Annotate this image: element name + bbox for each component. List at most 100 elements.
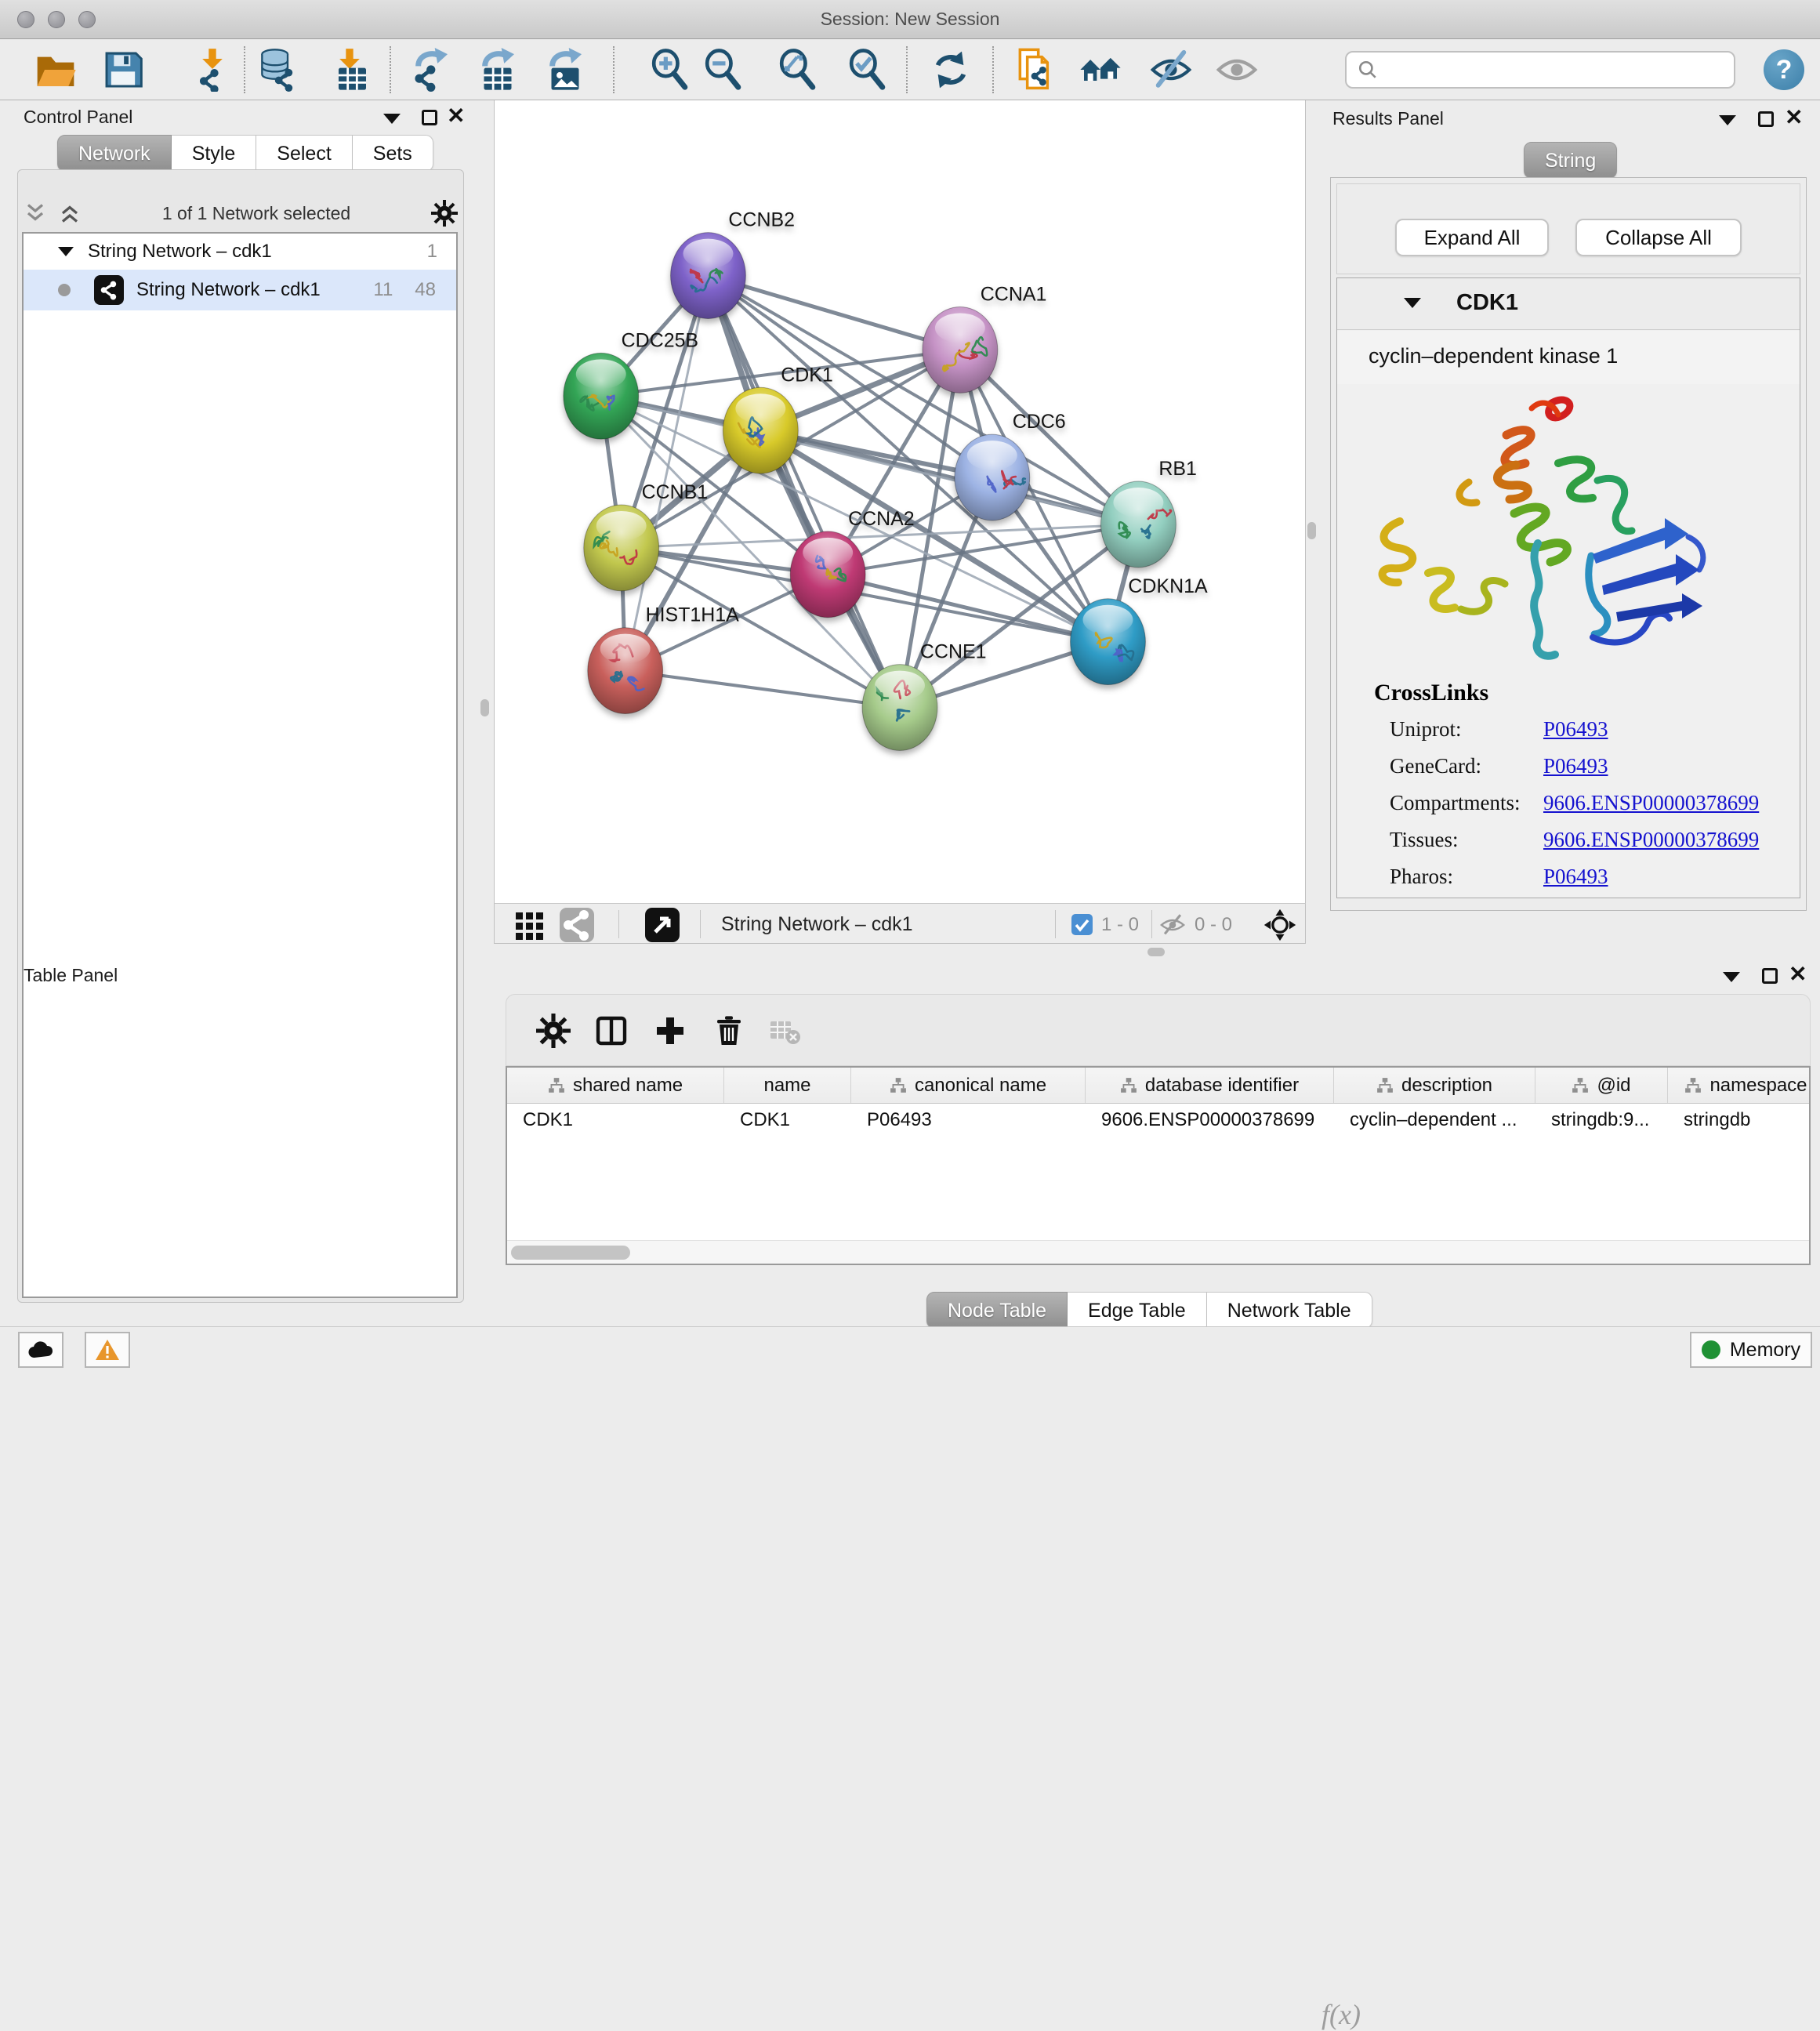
network-node-CCNB1[interactable]: CCNB1 — [584, 481, 708, 591]
control-panel-menu-icon[interactable] — [383, 114, 401, 124]
tab-select[interactable]: Select — [256, 135, 352, 172]
crosslink-label: GeneCard: — [1390, 754, 1481, 778]
show-columns-icon[interactable] — [594, 1014, 629, 1048]
right-splitter-handle[interactable] — [1307, 522, 1316, 539]
results-panel-title: Results Panel — [1332, 108, 1444, 129]
collection-expand-icon[interactable] — [58, 247, 74, 256]
expand-all-icon[interactable] — [58, 201, 82, 225]
network-node-CCNA1[interactable]: CCNA1 — [923, 283, 1046, 393]
import-table-file-icon[interactable] — [328, 48, 372, 92]
grid-view-icon[interactable] — [513, 908, 547, 942]
table-row[interactable]: CDK1CDK1P064939606.ENSP00000378699cyclin… — [507, 1104, 1809, 1137]
results-panel-float-icon[interactable] — [1758, 111, 1774, 127]
crosslink-link[interactable]: P06493 — [1543, 865, 1608, 889]
search-input[interactable] — [1386, 59, 1734, 81]
control-panel-close-icon[interactable]: ✕ — [447, 108, 465, 124]
node-table-header: shared namenamecanonical namedatabase id… — [507, 1068, 1809, 1104]
column-header-shared-name[interactable]: shared name — [507, 1068, 724, 1103]
crosslink-row: Pharos: P06493 — [1390, 865, 1782, 901]
column-header-name[interactable]: name — [724, 1068, 851, 1103]
control-panel-float-icon[interactable] — [422, 110, 437, 125]
zoom-in-icon[interactable] — [647, 48, 691, 92]
collapse-all-icon[interactable] — [24, 201, 47, 225]
crosslink-link[interactable]: 9606.ENSP00000378699 — [1543, 791, 1759, 815]
export-image-icon[interactable] — [543, 48, 587, 92]
protein-collapse-icon[interactable] — [1404, 298, 1421, 308]
table-panel-menu-icon[interactable] — [1723, 972, 1740, 982]
table-panel-float-icon[interactable] — [1762, 968, 1778, 984]
table-settings-gear-icon[interactable] — [536, 1014, 571, 1048]
tab-sets[interactable]: Sets — [353, 135, 433, 172]
open-session-icon[interactable] — [34, 48, 78, 92]
collapse-all-button[interactable]: Collapse All — [1575, 219, 1742, 256]
node-label-CDC6: CDC6 — [1013, 411, 1066, 433]
crosslink-link[interactable]: P06493 — [1543, 717, 1608, 742]
tab-network-table[interactable]: Network Table — [1207, 1292, 1372, 1329]
expand-all-button[interactable]: Expand All — [1395, 219, 1549, 256]
tab-style[interactable]: Style — [172, 135, 257, 172]
network-node-RB1[interactable]: RB1 — [1101, 458, 1197, 568]
node-label-CCNA2: CCNA2 — [848, 508, 915, 530]
network-node-CDK1[interactable]: CDK1 — [723, 364, 832, 473]
help-button[interactable]: ? — [1764, 49, 1804, 90]
tab-node-table[interactable]: Node Table — [926, 1292, 1068, 1329]
network-canvas[interactable]: CCNB2CCNA1CDC25BCDK1CDC6RB1CCNB1CCNA2CDK… — [494, 100, 1306, 903]
bottom-splitter-handle[interactable] — [1147, 948, 1165, 956]
protein-header[interactable]: CDK1 — [1337, 278, 1800, 330]
tab-edge-table[interactable]: Edge Table — [1068, 1292, 1207, 1329]
crosslink-link[interactable]: P06493 — [1543, 754, 1608, 778]
warnings-button[interactable] — [85, 1332, 130, 1368]
hide-selected-icon[interactable] — [1149, 48, 1193, 92]
network-node-count: 11 — [373, 279, 393, 301]
import-network-database-icon[interactable] — [255, 48, 299, 92]
column-header-namespace[interactable]: namespace — [1668, 1068, 1811, 1103]
column-header-description[interactable]: description — [1334, 1068, 1535, 1103]
export-table-icon[interactable] — [476, 48, 520, 92]
scrollbar-thumb[interactable] — [511, 1246, 630, 1260]
cloud-button[interactable] — [18, 1332, 63, 1368]
results-panel-menu-icon[interactable] — [1719, 115, 1736, 125]
protein-name: CDK1 — [1456, 290, 1518, 316]
show-all-icon[interactable] — [1215, 48, 1259, 92]
network-row[interactable]: String Network – cdk1 11 48 — [24, 270, 456, 310]
selected-counter: 1 - 0 — [1101, 914, 1139, 936]
column-header-database-identifier[interactable]: database identifier — [1086, 1068, 1334, 1103]
memory-button[interactable]: Memory — [1690, 1332, 1812, 1368]
table-horizontal-scrollbar[interactable] — [507, 1240, 1809, 1264]
import-network-file-icon[interactable] — [190, 48, 234, 92]
pan-crosshair-icon[interactable] — [1263, 908, 1297, 942]
homes-icon[interactable] — [1079, 48, 1122, 92]
delete-column-icon[interactable] — [712, 1014, 746, 1048]
table-panel-close-icon[interactable]: ✕ — [1789, 967, 1807, 982]
column-header--id[interactable]: @id — [1535, 1068, 1668, 1103]
network-edge-CCNB2-CCNA1[interactable] — [708, 276, 959, 350]
selected-checkbox[interactable] — [1071, 914, 1093, 935]
crosslink-link[interactable]: 9606.ENSP00000378699 — [1543, 828, 1759, 852]
export-network-icon[interactable] — [409, 48, 453, 92]
network-node-CCNB2[interactable]: CCNB2 — [671, 209, 795, 319]
network-edge-CCNB2-CCNE1[interactable] — [708, 276, 900, 708]
network-node-CCNE1[interactable]: CCNE1 — [862, 641, 986, 751]
copy-style-icon[interactable] — [1013, 48, 1057, 92]
add-column-icon[interactable] — [653, 1014, 687, 1048]
zoom-out-icon[interactable] — [701, 48, 745, 92]
crosslink-label: Pharos: — [1390, 865, 1453, 888]
refresh-icon[interactable] — [929, 48, 973, 92]
tab-network[interactable]: Network — [57, 135, 172, 172]
gear-icon[interactable] — [431, 200, 458, 227]
string-view-icon[interactable] — [560, 908, 594, 942]
network-selection-status: 1 of 1 Network selected — [82, 203, 431, 224]
results-panel-close-icon[interactable]: ✕ — [1785, 110, 1803, 125]
birds-eye-view-icon[interactable] — [645, 908, 680, 942]
network-node-HIST1H1A[interactable]: HIST1H1A — [588, 604, 739, 714]
left-splitter-handle[interactable] — [480, 699, 489, 716]
zoom-fit-icon[interactable] — [775, 48, 819, 92]
node-label-CDKN1A: CDKN1A — [1128, 575, 1208, 597]
zoom-selected-icon[interactable] — [845, 48, 889, 92]
tab-string[interactable]: String — [1524, 142, 1617, 179]
save-session-icon[interactable] — [101, 48, 145, 92]
network-collection-row[interactable]: String Network – cdk1 1 — [24, 234, 456, 270]
network-node-CDKN1A[interactable]: CDKN1A — [1071, 575, 1208, 685]
network-edge-CCNE1-HIST1H1A[interactable] — [625, 671, 900, 708]
column-header-canonical-name[interactable]: canonical name — [851, 1068, 1086, 1103]
